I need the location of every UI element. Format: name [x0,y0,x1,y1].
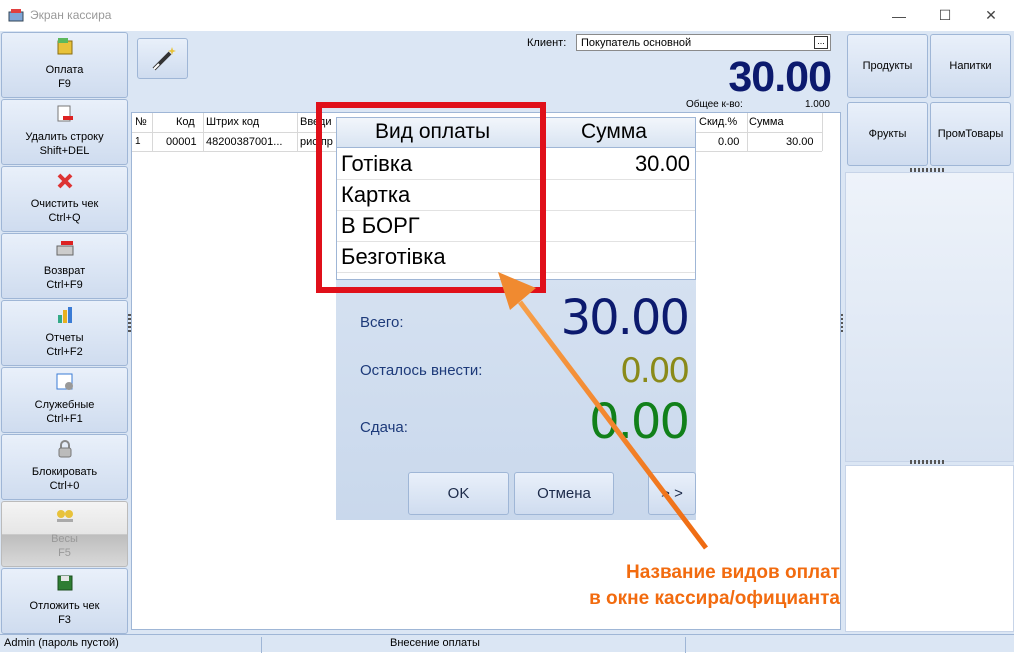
change-label: Сдача: [360,419,408,436]
product-info-panel [845,465,1014,632]
status-user: Admin (пароль пустой) [0,637,262,653]
title-bar: Экран кассира — ☐ ✕ [0,0,1014,31]
scales-key: F5 [58,547,71,559]
lock-key: Ctrl+0 [49,480,80,492]
return-key: Ctrl+F9 [46,279,83,291]
lock-label: Блокировать [31,466,98,478]
col-num-header: № [135,116,147,128]
pay-button[interactable]: Оплата F9 [1,32,128,98]
annotation-line-1: Название видов оплат [626,562,840,583]
client-field[interactable]: Покупатель основной ... [576,34,831,51]
service-button[interactable]: Служебные Ctrl+F1 [1,367,128,433]
lock-icon [58,440,72,458]
close-button[interactable]: ✕ [968,0,1014,31]
magic-wand-icon [152,47,176,71]
clear-check-key: Ctrl+Q [48,212,81,224]
row-sum: 30.00 [786,136,814,148]
scales-button[interactable]: Весы F5 [1,501,128,567]
window-title: Экран кассира [30,8,112,22]
annotation-line-2: в окне кассира/официанта [589,588,840,609]
col-discount-header: Скид.% [699,116,738,128]
col-code-header: Код [176,116,195,128]
pay-label: Оплата [45,64,84,76]
col-sum-header: Сумма [749,116,784,128]
row-barcode: 48200387001... [206,136,283,148]
reports-button[interactable]: Отчеты Ctrl+F2 [1,300,128,366]
scales-label: Весы [51,533,78,545]
delete-line-key: Shift+DEL [39,145,90,157]
scales-icon [57,510,73,522]
postpone-check-button[interactable]: Отложить чек F3 [1,568,128,634]
chart-icon [58,307,72,323]
payment-sum-header: Сумма [581,120,647,143]
service-label: Служебные [34,399,95,411]
service-icon [56,373,73,390]
row-discount: 0.00 [718,136,740,148]
clear-check-label: Очистить чек [30,198,99,210]
client-browse-button[interactable]: ... [814,36,828,49]
postpone-check-key: F3 [58,614,71,626]
pay-key: F9 [58,78,71,90]
status-mode: Внесение оплаты [386,637,686,653]
delete-line-icon [57,105,73,122]
col-barcode-header: Штрих код [206,116,260,128]
magic-wand-button[interactable] [137,38,188,79]
minimize-button[interactable]: — [876,0,922,31]
quantity-label: Общее к-во: [686,99,743,110]
reports-key: Ctrl+F2 [46,346,83,358]
row-num: 1 [135,136,141,147]
row-code: 00001 [166,136,197,148]
total-label: Всего: [360,314,404,331]
postpone-check-label: Отложить чек [29,600,100,612]
category-industrial-goods[interactable]: ПромТовары [930,102,1011,166]
quantity-value: 1.000 [804,99,830,110]
remaining-label: Осталось внести: [360,362,483,379]
client-label: Клиент: [527,37,567,49]
payment-sum: 30.00 [634,151,690,176]
app-icon [8,9,24,22]
lock-button[interactable]: Блокировать Ctrl+0 [1,434,128,500]
client-value: Покупатель основной [581,37,692,49]
category-fruits[interactable]: Фрукты [847,102,928,166]
return-button[interactable]: Возврат Ctrl+F9 [1,233,128,299]
service-key: Ctrl+F1 [46,413,83,425]
category-products[interactable]: Продукты [847,34,928,98]
maximize-button[interactable]: ☐ [922,0,968,31]
return-label: Возврат [43,265,86,277]
receipt-total: 30.00 [728,53,832,101]
clear-check-button[interactable]: Очистить чек Ctrl+Q [1,166,128,232]
annotation-arrow [498,272,708,550]
floppy-icon [57,575,73,591]
clear-x-icon [57,173,73,189]
category-drinks[interactable]: Напитки [930,34,1011,98]
annotation-text: Название видов оплат в окне кассира/офиц… [550,560,840,612]
delete-line-label: Удалить строку [25,131,104,143]
delete-line-button[interactable]: Удалить строку Shift+DEL [1,99,128,165]
products-panel [845,172,1014,462]
products-splitter[interactable] [910,460,946,464]
return-icon [56,241,74,256]
reports-label: Отчеты [45,332,84,344]
coins-icon [57,38,73,55]
status-bar: Admin (пароль пустой) Внесение оплаты [0,634,1014,653]
